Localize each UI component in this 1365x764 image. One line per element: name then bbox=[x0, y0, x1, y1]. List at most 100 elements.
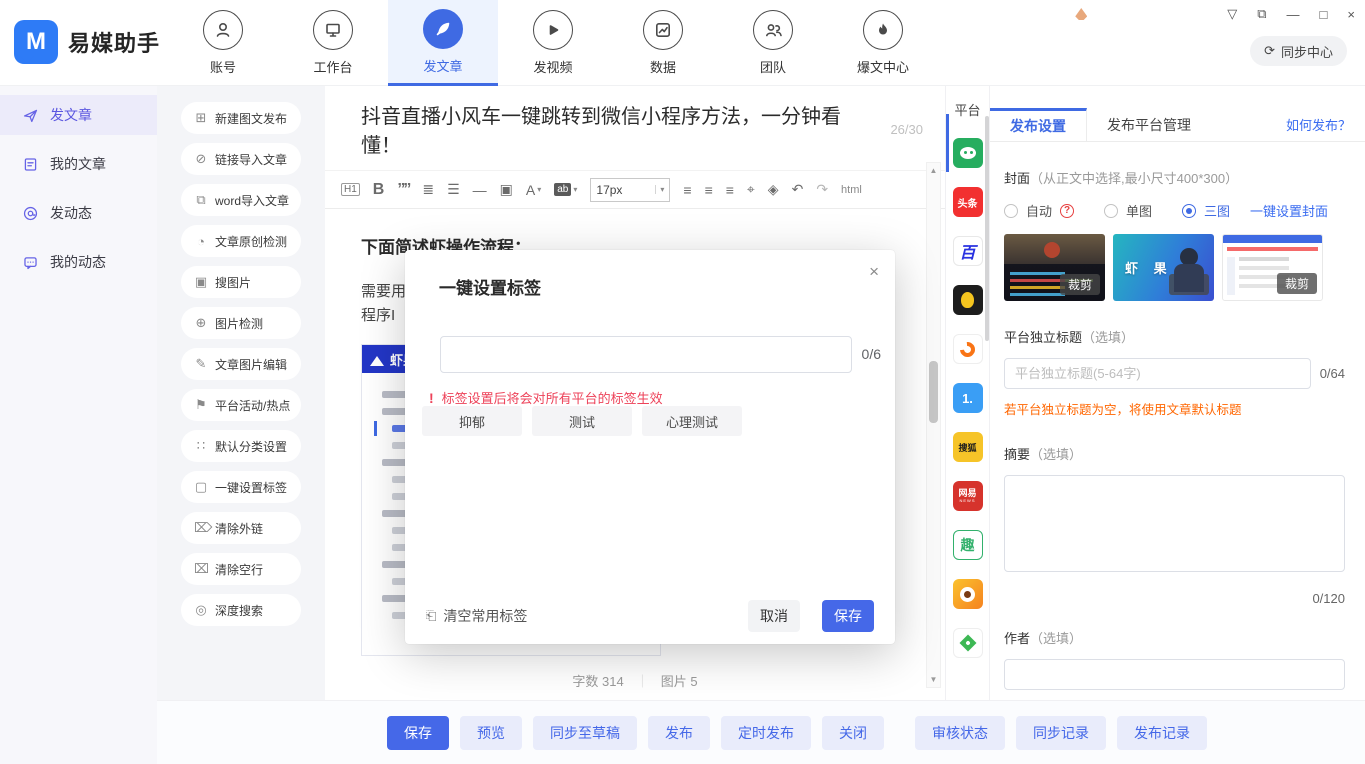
platform-qiehao-icon[interactable] bbox=[953, 285, 983, 315]
find-replace-icon[interactable]: ⌖ bbox=[747, 181, 755, 198]
sidebar-item-publish-moment[interactable]: 发动态 bbox=[0, 193, 157, 233]
scheduled-publish-button[interactable]: 定时发布 bbox=[721, 716, 811, 750]
tool-clear-external-links[interactable]: ⌦清除外链 bbox=[181, 512, 301, 544]
tag-item[interactable]: 心理测试 bbox=[642, 406, 742, 436]
publish-records-button[interactable]: 发布记录 bbox=[1117, 716, 1207, 750]
tool-default-category[interactable]: ∷默认分类设置 bbox=[181, 430, 301, 462]
tool-originality-check[interactable]: ◔文章原创检测 bbox=[181, 225, 301, 257]
publish-button[interactable]: 发布 bbox=[648, 716, 710, 750]
review-status-button[interactable]: 审核状态 bbox=[915, 716, 1005, 750]
window-popout-icon[interactable]: ⧉ bbox=[1257, 6, 1266, 22]
tag-item[interactable]: 测试 bbox=[532, 406, 632, 436]
nav-data[interactable]: 数据 bbox=[608, 0, 718, 86]
platform-toutiao-icon[interactable]: 头条 bbox=[953, 187, 983, 217]
title-row: 抖音直播小风车一键跳转到微信小程序方法，一分钟看懂！ 26/30 bbox=[325, 86, 945, 171]
how-to-publish-link[interactable]: 如何发布？ bbox=[1286, 108, 1351, 141]
nav-publish-article[interactable]: 发文章 bbox=[388, 0, 498, 86]
tool-image-edit[interactable]: ✎文章图片编辑 bbox=[181, 348, 301, 380]
word-count: 字数 314 bbox=[572, 674, 623, 689]
sync-to-draft-button[interactable]: 同步至草稿 bbox=[533, 716, 637, 750]
format-clear-icon[interactable]: ◈ bbox=[768, 181, 779, 198]
author-input[interactable] bbox=[1004, 659, 1345, 690]
tool-platform-activity[interactable]: ⚑平台活动/热点 bbox=[181, 389, 301, 421]
sidebar-item-my-moments[interactable]: 我的动态 bbox=[0, 242, 157, 282]
nav-workbench[interactable]: 工作台 bbox=[278, 0, 388, 86]
tag-input[interactable] bbox=[440, 336, 852, 373]
sidebar-item-publish-article[interactable]: 发文章 bbox=[0, 95, 157, 135]
highlight-icon[interactable]: ab bbox=[554, 183, 577, 196]
sidebar-item-my-articles[interactable]: 我的文章 bbox=[0, 144, 157, 184]
tab-publish-settings[interactable]: 发布设置 bbox=[990, 108, 1087, 141]
cover-thumbnail-1[interactable]: 裁剪 bbox=[1004, 234, 1105, 301]
horizontal-rule-icon[interactable]: — bbox=[473, 182, 487, 198]
platform-wechat-official-icon[interactable] bbox=[953, 138, 983, 168]
tool-new-article[interactable]: ⊞新建图文发布 bbox=[181, 102, 301, 134]
tool-import-link[interactable]: ⊘链接导入文章 bbox=[181, 143, 301, 175]
save-button[interactable]: 保存 bbox=[387, 716, 449, 750]
cancel-button[interactable]: 取消 bbox=[748, 600, 800, 632]
font-size-select[interactable]: 17px▾ bbox=[590, 178, 670, 202]
redo-icon[interactable]: ↷ bbox=[816, 181, 828, 198]
cover-thumbnail-3[interactable]: 裁剪 bbox=[1222, 234, 1323, 301]
platform-netease-icon[interactable]: 网易NEWS bbox=[953, 481, 983, 511]
font-color-icon[interactable]: A bbox=[526, 182, 541, 198]
unordered-list-icon[interactable]: ☰ bbox=[447, 181, 460, 198]
platform-yidianzixun-icon[interactable]: 1. bbox=[953, 383, 983, 413]
heading-1-icon[interactable]: H1 bbox=[341, 183, 360, 196]
radio-three-images[interactable] bbox=[1182, 204, 1196, 218]
insert-image-icon[interactable]: ▣ bbox=[500, 181, 513, 198]
platform-baijiahao-icon[interactable]: 百 bbox=[953, 236, 983, 266]
ordered-list-icon[interactable]: ≣ bbox=[422, 181, 434, 198]
tool-clear-empty-lines[interactable]: ⌧清除空行 bbox=[181, 553, 301, 585]
platform-weibo-icon[interactable] bbox=[953, 579, 983, 609]
nav-hot-article-center[interactable]: 爆文中心 bbox=[828, 0, 938, 86]
tool-image-check[interactable]: ⊕图片检测 bbox=[181, 307, 301, 339]
nav-team[interactable]: 团队 bbox=[718, 0, 828, 86]
tag-item[interactable]: 抑郁 bbox=[422, 406, 522, 436]
platform-scrollbar-thumb[interactable] bbox=[985, 116, 989, 341]
summary-textarea[interactable] bbox=[1004, 475, 1345, 572]
platform-qutoutiao-icon[interactable]: 趣 bbox=[953, 530, 983, 560]
platform-dayu-icon[interactable] bbox=[953, 334, 983, 364]
nav-account[interactable]: 账号 bbox=[168, 0, 278, 86]
html-source-icon[interactable]: html bbox=[841, 184, 862, 196]
window-menu-icon[interactable]: ▽ bbox=[1227, 6, 1237, 22]
article-title-input[interactable]: 抖音直播小风车一键跳转到微信小程序方法，一分钟看懂！ bbox=[361, 100, 880, 158]
align-center-icon[interactable]: ≡ bbox=[705, 182, 713, 198]
sync-center-button[interactable]: ⟳ 同步中心 bbox=[1250, 36, 1347, 66]
close-icon[interactable]: × bbox=[869, 262, 879, 282]
crop-button[interactable]: 裁剪 bbox=[1060, 274, 1100, 295]
blockquote-icon[interactable]: ”” bbox=[397, 181, 409, 199]
nav-publish-video[interactable]: 发视频 bbox=[498, 0, 608, 86]
preview-button[interactable]: 预览 bbox=[460, 716, 522, 750]
undo-icon[interactable]: ↶ bbox=[792, 181, 804, 198]
bold-icon[interactable]: B bbox=[373, 181, 385, 199]
tool-import-word[interactable]: ⧉word导入文章 bbox=[181, 184, 301, 216]
editor-scrollbar[interactable]: ▲ ▼ bbox=[926, 162, 941, 688]
tool-deep-search[interactable]: ◎深度搜索 bbox=[181, 594, 301, 626]
cover-thumbnail-2[interactable]: 虾 果 裁剪 bbox=[1113, 234, 1214, 301]
one-click-cover-link[interactable]: 一键设置封面 bbox=[1250, 201, 1328, 220]
radio-auto[interactable] bbox=[1004, 204, 1018, 218]
independent-title-input[interactable] bbox=[1004, 358, 1311, 389]
window-maximize-icon[interactable]: □ bbox=[1320, 7, 1328, 22]
align-right-icon[interactable]: ≡ bbox=[726, 182, 734, 198]
clear-common-tags-button[interactable]: ⎗ 清空常用标签 bbox=[426, 606, 527, 626]
modal-save-button[interactable]: 保存 bbox=[822, 600, 874, 632]
platform-green-icon[interactable] bbox=[953, 628, 983, 658]
window-minimize-icon[interactable]: — bbox=[1287, 7, 1300, 22]
window-close-icon[interactable]: × bbox=[1347, 7, 1355, 22]
scroll-up-arrow[interactable]: ▲ bbox=[930, 163, 938, 178]
sync-records-button[interactable]: 同步记录 bbox=[1016, 716, 1106, 750]
help-question-icon[interactable]: ? bbox=[1060, 204, 1074, 218]
radio-single-image[interactable] bbox=[1104, 204, 1118, 218]
crop-button[interactable]: 裁剪 bbox=[1169, 274, 1209, 295]
close-button[interactable]: 关闭 bbox=[822, 716, 884, 750]
tab-platform-management[interactable]: 发布平台管理 bbox=[1087, 108, 1211, 141]
scrollbar-thumb[interactable] bbox=[929, 361, 938, 423]
crop-button[interactable]: 裁剪 bbox=[1277, 273, 1317, 294]
tool-set-tags[interactable]: ▢一键设置标签 bbox=[181, 471, 301, 503]
platform-sohu-icon[interactable]: 搜狐 bbox=[953, 432, 983, 462]
align-left-icon[interactable]: ≡ bbox=[683, 182, 691, 198]
tool-search-image[interactable]: ▣搜图片 bbox=[181, 266, 301, 298]
